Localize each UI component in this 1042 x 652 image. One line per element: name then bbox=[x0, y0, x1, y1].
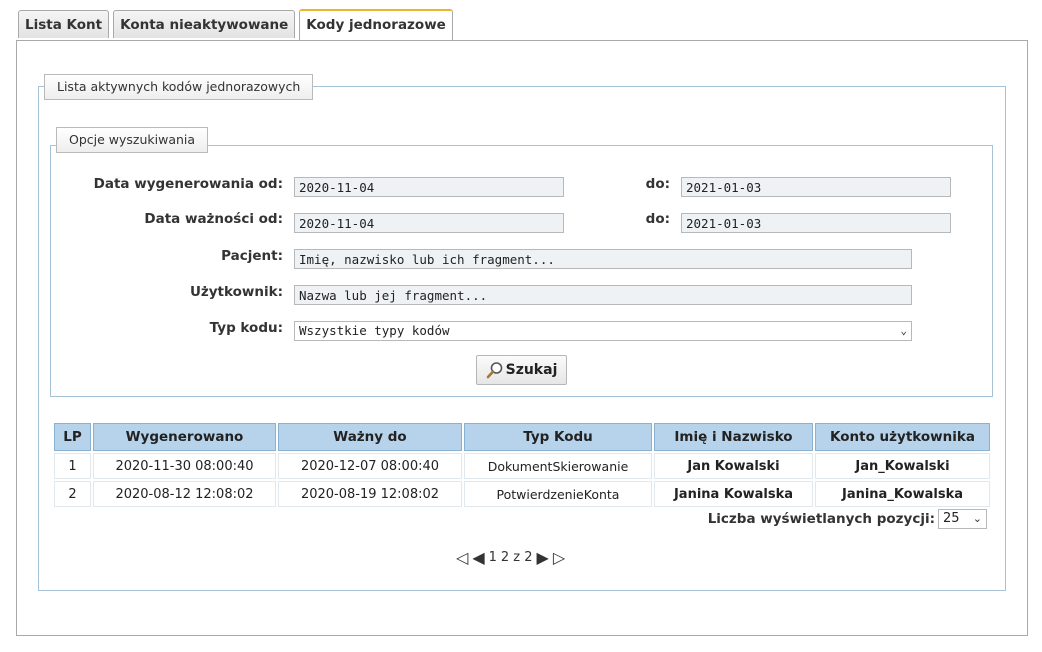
cell-user-account: Jan_Kowalski bbox=[815, 453, 990, 479]
current-page[interactable]: 1 bbox=[489, 550, 497, 565]
generated-from-input[interactable] bbox=[294, 177, 564, 197]
chevron-down-icon: ⌄ bbox=[900, 324, 907, 337]
prev-page-icon[interactable]: ◀ bbox=[472, 548, 484, 567]
header-generated[interactable]: Wygenerowano bbox=[93, 423, 276, 451]
page-size-select[interactable]: 25 ⌄ bbox=[938, 509, 987, 529]
cell-name: Janina Kowalska bbox=[654, 481, 813, 507]
generated-to-input[interactable] bbox=[681, 177, 951, 197]
codes-table: LP Wygenerowano Ważny do Typ Kodu Imię i… bbox=[52, 421, 992, 509]
search-button-label: Szukaj bbox=[505, 362, 558, 378]
user-label: Użytkownik: bbox=[189, 284, 283, 300]
cell-code-type: DokumentSkierowanie bbox=[464, 453, 652, 479]
page-size-value: 25 bbox=[943, 511, 960, 526]
chevron-down-icon: ⌄ bbox=[972, 512, 982, 525]
code-type-label: Typ kodu: bbox=[209, 320, 283, 336]
cell-generated: 2020-08-12 12:08:02 bbox=[93, 481, 276, 507]
next-page-icon[interactable]: ▶ bbox=[537, 548, 549, 567]
valid-from-label: Data ważności od: bbox=[144, 211, 283, 227]
valid-from-input[interactable] bbox=[294, 213, 564, 233]
patient-label: Pacjent: bbox=[221, 248, 283, 264]
header-valid-to[interactable]: Ważny do bbox=[278, 423, 462, 451]
last-page-icon[interactable]: ▷ bbox=[553, 548, 565, 567]
code-type-value: Wszystkie typy kodów bbox=[299, 323, 450, 338]
cell-code-type: PotwierdzenieKonta bbox=[464, 481, 652, 507]
header-code-type[interactable]: Typ Kodu bbox=[464, 423, 652, 451]
pagination: ◁ ◀ 1 2 z 2 ▶ ▷ bbox=[456, 548, 565, 567]
tab-bar: Lista Kont Konta nieaktywowane Kody jedn… bbox=[18, 9, 457, 40]
user-input[interactable] bbox=[294, 285, 912, 305]
cell-lp: 2 bbox=[54, 481, 91, 507]
header-lp[interactable]: LP bbox=[54, 423, 91, 451]
cell-name: Jan Kowalski bbox=[654, 453, 813, 479]
cell-valid-to: 2020-12-07 08:00:40 bbox=[278, 453, 462, 479]
code-type-select[interactable]: Wszystkie typy kodów ⌄ bbox=[294, 321, 912, 341]
tab-konta-nieaktywowane[interactable]: Konta nieaktywowane bbox=[113, 10, 296, 38]
tab-lista-kont[interactable]: Lista Kont bbox=[18, 10, 110, 38]
cell-user-account: Janina_Kowalska bbox=[815, 481, 990, 507]
generated-to-label: do: bbox=[645, 176, 670, 192]
table-row[interactable]: 1 2020-11-30 08:00:40 2020-12-07 08:00:4… bbox=[54, 453, 990, 479]
table-header-row: LP Wygenerowano Ważny do Typ Kodu Imię i… bbox=[54, 423, 990, 451]
search-button[interactable]: Szukaj bbox=[476, 355, 567, 385]
valid-to-input[interactable] bbox=[681, 213, 951, 233]
cell-generated: 2020-11-30 08:00:40 bbox=[93, 453, 276, 479]
header-name[interactable]: Imię i Nazwisko bbox=[654, 423, 813, 451]
tab-kody-jednorazowe[interactable]: Kody jednorazowe bbox=[299, 9, 453, 40]
magnifier-icon bbox=[486, 362, 502, 379]
valid-to-label: do: bbox=[645, 211, 670, 227]
cell-lp: 1 bbox=[54, 453, 91, 479]
page-count: 2 z 2 bbox=[500, 550, 533, 565]
cell-valid-to: 2020-08-19 12:08:02 bbox=[278, 481, 462, 507]
page-size-label: Liczba wyświetlanych pozycji: bbox=[707, 511, 935, 527]
patient-input[interactable] bbox=[294, 249, 912, 269]
table-row[interactable]: 2 2020-08-12 12:08:02 2020-08-19 12:08:0… bbox=[54, 481, 990, 507]
header-user-account[interactable]: Konto użytkownika bbox=[815, 423, 990, 451]
search-options-legend: Opcje wyszukiwania bbox=[56, 127, 209, 153]
generated-from-label: Data wygenerowania od: bbox=[93, 176, 283, 192]
first-page-icon[interactable]: ◁ bbox=[456, 548, 468, 567]
active-codes-legend: Lista aktywnych kodów jednorazowych bbox=[44, 74, 314, 100]
